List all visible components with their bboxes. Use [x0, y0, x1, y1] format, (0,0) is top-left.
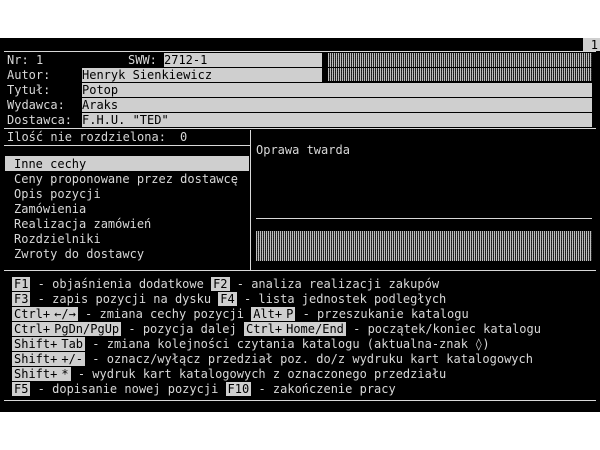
- detail-text: Oprawa twarda: [256, 143, 350, 157]
- header-divider: [4, 128, 596, 129]
- shift-key[interactable]: Shift+: [12, 367, 60, 381]
- f4-key[interactable]: F4: [218, 292, 237, 306]
- f10-key[interactable]: F10: [225, 382, 252, 396]
- menu-item-opis-pozycji[interactable]: Opis pozycji: [14, 187, 101, 201]
- ctrl-key[interactable]: Ctrl+: [12, 322, 53, 336]
- help-line-ctrl-arrows: Ctrl+ ←/→ - zmiana cechy pozycji Alt+ P - …: [12, 307, 469, 322]
- menu-bottom-line: [4, 270, 596, 271]
- dostawca-label: Dostawca:: [7, 113, 73, 127]
- help-line-f3: F3 - zapis pozycji na dysku F4 - lista j…: [12, 292, 446, 307]
- wydawca-field[interactable]: Araks: [82, 98, 592, 112]
- f10-desc: - zakończenie pracy: [251, 382, 396, 396]
- header-pattern-top: [328, 53, 592, 67]
- menu-item-realizacja[interactable]: Realizacja zamówień: [14, 217, 151, 231]
- detail-divider: [256, 218, 592, 219]
- dostawca-field[interactable]: F.H.U. "TED": [82, 113, 592, 127]
- pgdn-key[interactable]: PgDn/PgUp: [52, 322, 122, 336]
- f2-desc: - analiza realizacji zakupów: [229, 277, 440, 291]
- frame-top-line: [4, 51, 596, 52]
- help-line-f5: F5 - dopisanie nowej pozycji F10 - zakoń…: [12, 382, 396, 397]
- home-end-key[interactable]: Home/End: [284, 322, 346, 336]
- home-desc: - początek/koniec katalogu: [345, 322, 541, 336]
- autor-field[interactable]: Henryk Sienkiewicz: [82, 68, 322, 82]
- wydawca-label: Wydawca:: [7, 98, 65, 112]
- f4-desc: - lista jednostek podległych: [236, 292, 447, 306]
- menu-item-inne-cechy[interactable]: Inne cechy: [14, 157, 86, 171]
- f1-desc: - objaśnienia dodatkowe: [30, 277, 212, 291]
- menu-right-border: [250, 130, 251, 270]
- menu-item-zwroty[interactable]: Zwroty do dostawcy: [14, 247, 144, 261]
- tab-desc: - zmiana kolejności czytania katalogu (a…: [85, 337, 490, 351]
- f3-key[interactable]: F3: [12, 292, 31, 306]
- tytul-field[interactable]: Potop: [82, 83, 592, 97]
- help-line-shift-plusminus: Shift+ +/- - oznacz/wyłącz przedział poz.…: [12, 352, 533, 367]
- tab-key[interactable]: Tab: [59, 337, 86, 351]
- sww-field[interactable]: 2712-1: [164, 53, 322, 67]
- plus-minus-key[interactable]: +/-: [59, 352, 86, 366]
- ilosc-value: 0: [180, 130, 188, 144]
- p-key[interactable]: P: [284, 307, 296, 321]
- autor-label: Autor:: [7, 68, 51, 82]
- pm-desc: - oznacz/wyłącz przedział poz. do/z wydr…: [85, 352, 533, 366]
- tytul-label: Tytuł:: [7, 83, 51, 97]
- ctrl-key[interactable]: Ctrl+: [12, 307, 53, 321]
- arrows-desc: - zmiana cechy pozycji: [77, 307, 252, 321]
- f2-key[interactable]: F2: [211, 277, 230, 291]
- menu-item-ceny[interactable]: Ceny proponowane przez dostawcę: [14, 172, 238, 186]
- f3-desc: - zapis pozycji na dysku: [30, 292, 219, 306]
- alt-key[interactable]: Alt+: [251, 307, 285, 321]
- menu-item-rozdzielniki[interactable]: Rozdzielniki: [14, 232, 101, 246]
- ilosc-label: Ilość nie rozdzielona:: [7, 130, 166, 144]
- star-key[interactable]: *: [59, 367, 71, 381]
- ctrl-key[interactable]: Ctrl+: [243, 322, 285, 336]
- menu-top-line: [4, 145, 250, 146]
- header-pattern-mid: [328, 68, 592, 81]
- sww-label: SWW:: [128, 53, 157, 67]
- menu-item-zamowienia[interactable]: Zamówienia: [14, 202, 86, 216]
- help-line-ctrl-pgdn: Ctrl+ PgDn/PgUp - pozycja dalej Ctrl+ Home…: [12, 322, 541, 337]
- window-number: 1: [583, 38, 600, 52]
- shift-key[interactable]: Shift+: [12, 352, 60, 366]
- altp-desc: - przeszukanie katalogu: [295, 307, 469, 321]
- star-desc: - wydruk kart katalogowych z oznaczonego…: [70, 367, 447, 381]
- help-line-shift-tab: Shift+ Tab - zmiana kolejności czytania k…: [12, 337, 490, 352]
- pgdn-desc: - pozycja dalej: [121, 322, 244, 336]
- detail-pattern: [256, 231, 592, 261]
- nr-label: Nr:: [7, 53, 29, 67]
- help-line-shift-star: Shift+ * - wydruk kart katalogowych z ozn…: [12, 367, 446, 382]
- shift-key[interactable]: Shift+: [12, 337, 60, 351]
- help-line-f1: F1 - objaśnienia dodatkowe F2 - analiza …: [12, 277, 439, 292]
- frame-bottom-line: [4, 400, 596, 401]
- arrows-key[interactable]: ←/→: [52, 307, 78, 321]
- f5-key[interactable]: F5: [12, 382, 31, 396]
- terminal-screen: 1 Nr: 1 SWW: 2712-1 Autor: Henryk Sienki…: [0, 38, 600, 412]
- f5-desc: - dopisanie nowej pozycji: [30, 382, 226, 396]
- nr-value: 1: [36, 53, 44, 67]
- f1-key[interactable]: F1: [12, 277, 31, 291]
